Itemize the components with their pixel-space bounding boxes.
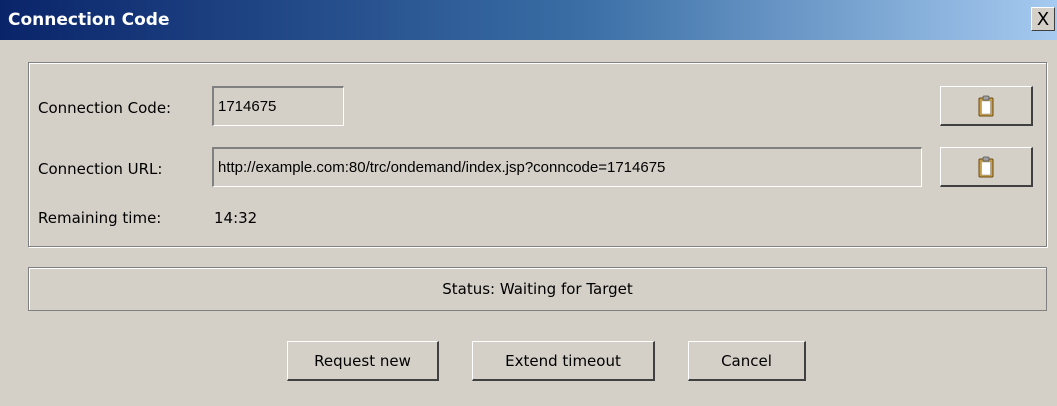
remaining-time-value: 14:32 xyxy=(214,209,258,227)
connection-url-label: Connection URL: xyxy=(38,160,163,178)
title-bar[interactable]: Connection Code X xyxy=(0,0,1057,40)
clipboard-icon xyxy=(978,95,994,116)
connection-code-label: Connection Code: xyxy=(38,99,172,117)
copy-code-button[interactable] xyxy=(940,86,1033,126)
close-button[interactable]: X xyxy=(1031,7,1055,31)
request-new-button[interactable]: Request new xyxy=(287,341,439,381)
window-title: Connection Code xyxy=(8,10,170,30)
connection-code-value: 1714675 xyxy=(218,98,277,115)
status-text: Status: Waiting for Target xyxy=(442,280,633,298)
cancel-button[interactable]: Cancel xyxy=(688,341,806,381)
connection-url-value: http://example.com:80/trc/ondemand/index… xyxy=(218,159,666,176)
connection-url-field[interactable]: http://example.com:80/trc/ondemand/index… xyxy=(212,147,922,187)
clipboard-icon xyxy=(978,156,994,177)
extend-timeout-button[interactable]: Extend timeout xyxy=(472,341,655,381)
remaining-time-label: Remaining time: xyxy=(38,209,162,227)
copy-url-button[interactable] xyxy=(940,147,1033,187)
status-bar: Status: Waiting for Target xyxy=(28,267,1047,311)
connection-code-field[interactable]: 1714675 xyxy=(212,86,344,126)
